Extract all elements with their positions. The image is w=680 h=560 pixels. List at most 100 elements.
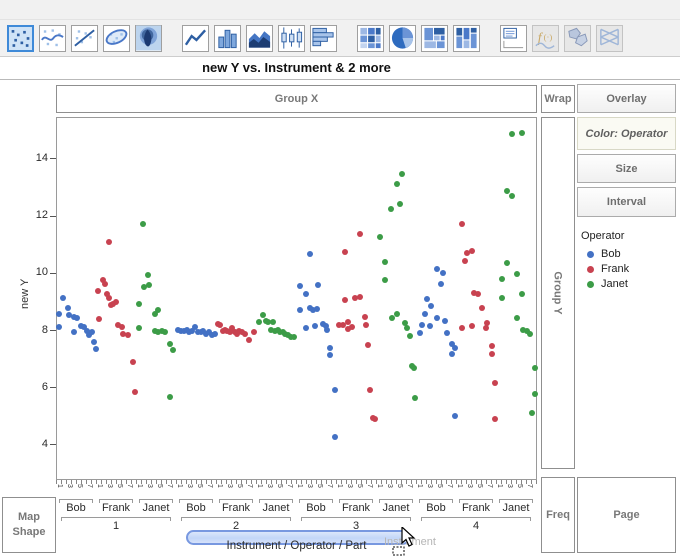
data-point-frank-inst3[interactable] xyxy=(363,322,369,328)
data-point-bob-inst4[interactable] xyxy=(440,270,446,276)
data-point-bob-inst3[interactable] xyxy=(303,291,309,297)
histogram-icon[interactable] xyxy=(310,25,337,52)
data-point-frank-inst3[interactable] xyxy=(342,297,348,303)
data-point-bob-inst1[interactable] xyxy=(74,315,80,321)
data-point-bob-inst1[interactable] xyxy=(71,329,77,335)
map-shape-dropzone[interactable]: Map Shape xyxy=(2,497,56,553)
data-point-bob-inst3[interactable] xyxy=(327,352,333,358)
data-point-janet-inst3[interactable] xyxy=(394,181,400,187)
data-point-janet-inst4[interactable] xyxy=(509,193,515,199)
data-point-janet-inst3[interactable] xyxy=(407,333,413,339)
contour-icon[interactable] xyxy=(135,25,162,52)
line-icon[interactable] xyxy=(182,25,209,52)
box-plot-icon[interactable] xyxy=(278,25,305,52)
data-point-frank-inst1[interactable] xyxy=(102,281,108,287)
data-point-bob-inst4[interactable] xyxy=(449,351,455,357)
data-point-frank-inst1[interactable] xyxy=(95,288,101,294)
data-point-janet-inst1[interactable] xyxy=(167,394,173,400)
data-point-janet-inst3[interactable] xyxy=(404,325,410,331)
data-point-bob-inst1[interactable] xyxy=(91,339,97,345)
data-point-janet-inst3[interactable] xyxy=(382,277,388,283)
data-point-frank-inst4[interactable] xyxy=(484,320,490,326)
data-point-frank-inst1[interactable] xyxy=(96,316,102,322)
data-point-bob-inst3[interactable] xyxy=(315,282,321,288)
data-point-bob-inst3[interactable] xyxy=(307,251,313,257)
wrap-dropzone[interactable]: Wrap xyxy=(541,85,575,113)
data-point-bob-inst1[interactable] xyxy=(89,329,95,335)
data-point-janet-inst4[interactable] xyxy=(514,315,520,321)
data-point-janet-inst1[interactable] xyxy=(167,341,173,347)
data-point-frank-inst3[interactable] xyxy=(367,387,373,393)
data-point-janet-inst3[interactable] xyxy=(382,259,388,265)
data-point-janet-inst4[interactable] xyxy=(499,276,505,282)
color-dropzone[interactable]: Color: Operator xyxy=(577,117,676,150)
data-point-frank-inst4[interactable] xyxy=(479,305,485,311)
data-point-bob-inst1[interactable] xyxy=(56,324,62,330)
data-point-frank-inst4[interactable] xyxy=(489,343,495,349)
data-point-bob-inst4[interactable] xyxy=(422,311,428,317)
data-point-frank-inst4[interactable] xyxy=(475,291,481,297)
data-point-frank-inst4[interactable] xyxy=(489,351,495,357)
data-point-janet-inst1[interactable] xyxy=(140,221,146,227)
data-point-janet-inst4[interactable] xyxy=(532,365,538,371)
bar-icon[interactable] xyxy=(214,25,241,52)
data-point-frank-inst1[interactable] xyxy=(106,239,112,245)
data-point-bob-inst3[interactable] xyxy=(297,307,303,313)
data-point-frank-inst4[interactable] xyxy=(469,323,475,329)
data-point-bob-inst4[interactable] xyxy=(427,323,433,329)
data-point-frank-inst4[interactable] xyxy=(459,325,465,331)
data-point-bob-inst3[interactable] xyxy=(314,306,320,312)
data-point-bob-inst4[interactable] xyxy=(438,281,444,287)
data-point-janet-inst1[interactable] xyxy=(136,301,142,307)
data-point-frank-inst1[interactable] xyxy=(132,389,138,395)
data-point-frank-inst1[interactable] xyxy=(125,332,131,338)
data-point-frank-inst2[interactable] xyxy=(242,331,248,337)
data-point-janet-inst3[interactable] xyxy=(394,311,400,317)
data-point-bob-inst3[interactable] xyxy=(312,323,318,329)
pie-icon[interactable] xyxy=(389,25,416,52)
data-point-janet-inst2[interactable] xyxy=(270,319,276,325)
data-point-bob-inst4[interactable] xyxy=(419,322,425,328)
data-point-janet-inst2[interactable] xyxy=(256,319,262,325)
smoother-icon[interactable] xyxy=(39,25,66,52)
data-point-frank-inst4[interactable] xyxy=(459,221,465,227)
data-point-frank-inst4[interactable] xyxy=(492,416,498,422)
data-point-bob-inst4[interactable] xyxy=(442,318,448,324)
data-point-janet-inst4[interactable] xyxy=(509,131,515,137)
interval-button[interactable]: Interval xyxy=(577,187,676,217)
size-button[interactable]: Size xyxy=(577,154,676,183)
data-point-frank-inst1[interactable] xyxy=(113,299,119,305)
treemap-icon[interactable] xyxy=(421,25,448,52)
data-point-bob-inst1[interactable] xyxy=(65,305,71,311)
data-point-janet-inst4[interactable] xyxy=(519,291,525,297)
data-point-bob-inst2[interactable] xyxy=(212,331,218,337)
plot-area[interactable] xyxy=(56,117,537,480)
data-point-frank-inst4[interactable] xyxy=(469,248,475,254)
area-icon[interactable] xyxy=(246,25,273,52)
data-point-frank-inst3[interactable] xyxy=(357,231,363,237)
legend-item-janet[interactable]: Janet xyxy=(587,278,629,290)
data-point-janet-inst4[interactable] xyxy=(519,130,525,136)
data-point-janet-inst2[interactable] xyxy=(291,334,297,340)
data-point-bob-inst4[interactable] xyxy=(428,303,434,309)
data-point-janet-inst4[interactable] xyxy=(504,260,510,266)
data-point-janet-inst4[interactable] xyxy=(514,271,520,277)
data-point-janet-inst4[interactable] xyxy=(529,410,535,416)
data-point-janet-inst1[interactable] xyxy=(170,347,176,353)
data-point-janet-inst3[interactable] xyxy=(397,201,403,207)
caption-box-icon[interactable] xyxy=(500,25,527,52)
data-point-frank-inst3[interactable] xyxy=(349,324,355,330)
data-point-frank-inst4[interactable] xyxy=(492,380,498,386)
data-point-bob-inst4[interactable] xyxy=(417,330,423,336)
page-dropzone[interactable]: Page xyxy=(577,477,676,553)
data-point-bob-inst3[interactable] xyxy=(324,327,330,333)
data-point-janet-inst4[interactable] xyxy=(504,188,510,194)
data-point-bob-inst3[interactable] xyxy=(327,345,333,351)
legend-item-bob[interactable]: Bob xyxy=(587,248,629,260)
data-point-bob-inst3[interactable] xyxy=(332,387,338,393)
mosaic-icon[interactable] xyxy=(453,25,480,52)
data-point-bob-inst4[interactable] xyxy=(434,315,440,321)
data-point-janet-inst4[interactable] xyxy=(499,295,505,301)
data-point-janet-inst4[interactable] xyxy=(532,391,538,397)
data-point-frank-inst3[interactable] xyxy=(342,249,348,255)
